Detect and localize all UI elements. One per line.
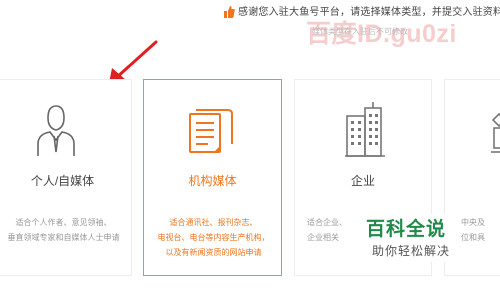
document-icon (189, 109, 233, 153)
card-desc-government: 中央及 位和具 (461, 218, 485, 242)
card-title-institution: 机构媒体 (188, 174, 237, 188)
monument-icon (491, 112, 500, 153)
notice-subtext: 媒体类型在入驻后不可修改 (312, 27, 408, 36)
media-type-card-personal[interactable]: 个人/自媒体 适合个人作者、意见领袖、 垂直领域专家和自媒体人士申请 (0, 79, 132, 276)
card-title-personal: 个人/自媒体 (30, 174, 95, 188)
brand-subtitle: 助你轻松解决 (372, 244, 451, 258)
building-icon (345, 102, 385, 157)
top-notice-bar: 感谢您入驻大鱼号平台，请选择媒体类型，并提交入驻资料审核 百度ID.gu0zi … (0, 0, 500, 52)
thumbs-up-icon (224, 6, 235, 18)
card-desc-personal: 适合个人作者、意见领袖、 垂直领域专家和自媒体人士申请 (7, 218, 120, 242)
brand-watermark: 百科全说 助你轻松解决 (362, 214, 458, 262)
person-tie-icon (37, 105, 75, 156)
media-type-card-institution[interactable]: 机构媒体 适合通讯社、报刊杂志、 电视台、电台等内容生产机构， 以及有新闻资质的… (143, 79, 282, 276)
card-title-enterprise: 企业 (350, 174, 375, 188)
brand-title: 百科全说 (366, 219, 447, 240)
card-desc-institution: 适合通讯社、报刊杂志、 电视台、电台等内容生产机构， 以及有新闻资质的网站申请 (157, 218, 270, 257)
